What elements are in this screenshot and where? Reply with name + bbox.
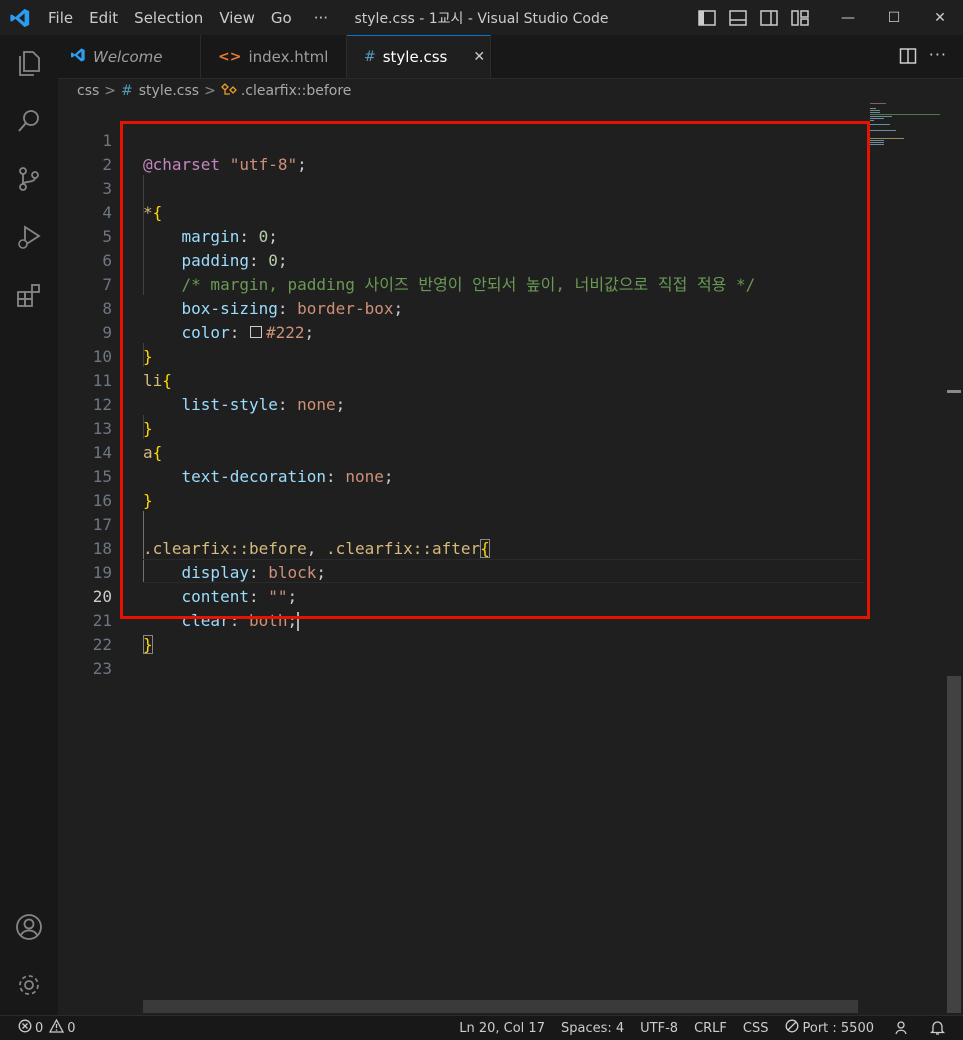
notifications-bell-icon[interactable] bbox=[922, 1016, 963, 1040]
language-mode[interactable]: CSS bbox=[735, 1016, 777, 1040]
more-actions-icon[interactable]: ··· bbox=[929, 45, 947, 64]
tab-index-html-label: index.html bbox=[248, 47, 329, 66]
code-line: 23 bbox=[58, 633, 863, 678]
vertical-scrollbar-thumb[interactable] bbox=[947, 676, 961, 1013]
warning-icon bbox=[49, 1018, 65, 1037]
close-tab-icon[interactable]: ✕ bbox=[473, 49, 485, 65]
toggle-secondary-sidebar-icon[interactable] bbox=[753, 0, 784, 35]
customize-layout-icon[interactable] bbox=[784, 0, 815, 35]
menu-selection[interactable]: Selection bbox=[126, 0, 211, 35]
search-icon[interactable] bbox=[0, 97, 58, 145]
no-entry-icon bbox=[785, 1019, 799, 1037]
status-bar: 0 0 Ln 20, Col 17 Spaces: 4 UTF-8 CRLF C… bbox=[0, 1015, 963, 1040]
window-title: style.css - 1교시 - Visual Studio Code bbox=[354, 10, 609, 27]
maximize-button[interactable]: ☐ bbox=[871, 0, 917, 35]
tab-style-css[interactable]: # style.css ✕ bbox=[347, 35, 491, 78]
minimap[interactable] bbox=[870, 103, 950, 163]
menu-edit[interactable]: Edit bbox=[81, 0, 126, 35]
problems-indicator[interactable]: 0 0 bbox=[0, 1016, 84, 1040]
tab-style-css-label: style.css bbox=[382, 48, 448, 66]
warning-count: 0 bbox=[67, 1020, 76, 1036]
feedback-icon[interactable] bbox=[882, 1016, 922, 1040]
split-editor-icon[interactable] bbox=[899, 47, 917, 69]
settings-gear-icon[interactable] bbox=[0, 961, 58, 1009]
run-debug-icon[interactable] bbox=[0, 213, 58, 261]
port-label: Port : 5500 bbox=[802, 1020, 875, 1036]
explorer-icon[interactable] bbox=[0, 39, 58, 87]
breadcrumb-separator: > bbox=[104, 83, 117, 99]
editor-tabs: Welcome <> index.html # style.css ✕ ··· bbox=[58, 35, 963, 79]
symbol-class-icon bbox=[220, 82, 237, 100]
breadcrumb: css > # style.css > .clearfix::before bbox=[58, 79, 963, 103]
error-count: 0 bbox=[35, 1020, 44, 1036]
toggle-panel-icon[interactable] bbox=[722, 0, 753, 35]
extensions-icon[interactable] bbox=[0, 271, 58, 319]
end-of-line[interactable]: CRLF bbox=[686, 1016, 735, 1040]
scrollbar-cursor-marker bbox=[947, 390, 961, 393]
tab-welcome[interactable]: Welcome bbox=[58, 35, 201, 78]
minimize-button[interactable]: — bbox=[825, 0, 871, 35]
tab-index-html[interactable]: <> index.html bbox=[201, 35, 347, 78]
breadcrumb-file[interactable]: style.css bbox=[139, 83, 199, 99]
breadcrumb-symbol[interactable]: .clearfix::before bbox=[241, 83, 352, 99]
code-editor[interactable]: 1 @charset "utf-8"; 2 3 *{ 4 margin: 0; … bbox=[58, 103, 963, 1015]
vscode-icon bbox=[70, 47, 86, 67]
horizontal-scrollbar[interactable] bbox=[143, 1000, 858, 1013]
indentation[interactable]: Spaces: 4 bbox=[553, 1016, 632, 1040]
css-hash-icon: # bbox=[121, 83, 133, 99]
menu-view[interactable]: View bbox=[211, 0, 263, 35]
close-window-button[interactable]: ✕ bbox=[917, 0, 963, 35]
html-icon: <> bbox=[218, 48, 242, 65]
tab-welcome-label: Welcome bbox=[93, 47, 163, 66]
toggle-primary-sidebar-icon[interactable] bbox=[691, 0, 722, 35]
encoding[interactable]: UTF-8 bbox=[632, 1016, 686, 1040]
source-control-icon[interactable] bbox=[0, 155, 58, 203]
title-bar: File Edit Selection View Go ··· style.cs… bbox=[0, 0, 963, 35]
line-number: 23 bbox=[92, 659, 112, 678]
breadcrumb-folder[interactable]: css bbox=[77, 83, 99, 99]
highlight-annotation-box bbox=[120, 121, 870, 619]
cursor-position[interactable]: Ln 20, Col 17 bbox=[451, 1016, 553, 1040]
menu-file[interactable]: File bbox=[40, 0, 81, 35]
accounts-icon[interactable] bbox=[0, 903, 58, 951]
menu-go[interactable]: Go bbox=[263, 0, 300, 35]
css-hash-icon: # bbox=[364, 49, 376, 65]
activity-bar bbox=[0, 35, 59, 1015]
menu-more[interactable]: ··· bbox=[300, 0, 342, 35]
error-icon bbox=[18, 1019, 32, 1037]
vscode-logo-icon bbox=[0, 0, 40, 35]
live-server-port[interactable]: Port : 5500 bbox=[777, 1016, 883, 1040]
breadcrumb-separator: > bbox=[204, 83, 216, 99]
